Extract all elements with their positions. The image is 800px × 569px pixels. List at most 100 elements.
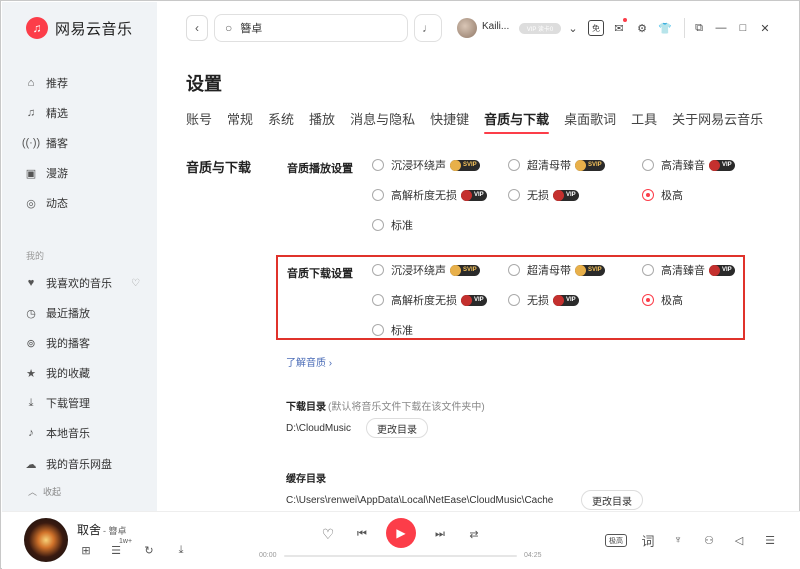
tab-privacy[interactable]: 消息与隐私 — [350, 109, 415, 128]
sidebar-item-local-music[interactable]: ♪ 本地音乐 — [24, 423, 144, 443]
quality-option[interactable]: 标准 — [372, 218, 413, 232]
tab-tools[interactable]: 工具 — [631, 109, 657, 128]
radio-button[interactable] — [372, 264, 384, 276]
avatar[interactable] — [457, 18, 477, 38]
tab-desktop-lyrics[interactable]: 桌面歌词 — [564, 109, 616, 128]
chevron-down-icon[interactable]: ⌄ — [565, 20, 581, 36]
radio-button[interactable] — [372, 189, 384, 201]
change-download-dir-button[interactable]: 更改目录 — [366, 418, 428, 438]
learn-quality-link[interactable]: 了解音质 › — [286, 354, 332, 369]
badge-icon — [553, 294, 564, 306]
tab-playback[interactable]: 播放 — [309, 109, 335, 128]
download-dir-path: D:\CloudMusic — [286, 423, 352, 434]
sidebar-item-collection[interactable]: ★ 我的收藏 — [24, 363, 144, 383]
badge-text: SVIP — [463, 162, 477, 168]
radio-button[interactable] — [508, 159, 520, 171]
sidebar-item-downloads[interactable]: ⤓ 下载管理 — [24, 393, 144, 413]
quality-button[interactable]: 极高 — [605, 534, 627, 547]
lyrics-button[interactable]: 词 — [641, 533, 655, 549]
volume-icon[interactable]: ◁ — [732, 533, 746, 547]
radio-button[interactable] — [372, 159, 384, 171]
sidebar-item-recent[interactable]: ◷ 最近播放 — [24, 303, 144, 323]
minimize-icon[interactable]: — — [713, 20, 729, 36]
podcast-icon: ⊚ — [26, 337, 36, 350]
sidebar-item-feed[interactable]: ◎ 动态 — [24, 193, 144, 213]
quality-option[interactable]: 高解析度无损 VIP — [372, 293, 487, 307]
download-dir-title: 下载目录 (默认将音乐文件下载在该文件夹中) — [286, 398, 485, 413]
tab-account[interactable]: 账号 — [186, 109, 212, 128]
skin-icon[interactable]: 👕 — [657, 20, 673, 36]
sidebar-item-podcast[interactable]: ((·)) 播客 — [22, 133, 144, 153]
quality-option[interactable]: 超清母带 SVIP — [508, 158, 605, 172]
quality-option[interactable]: 极高 — [642, 293, 683, 307]
tab-shortcuts[interactable]: 快捷键 — [430, 109, 469, 128]
download-song-icon[interactable]: ⤓ — [174, 543, 188, 557]
radio-button[interactable] — [642, 189, 654, 201]
comment-icon[interactable]: ☰ — [109, 543, 123, 557]
next-icon[interactable]: ⏭ — [432, 526, 448, 542]
quality-option[interactable]: 沉浸环绕声 SVIP — [372, 158, 480, 172]
quality-option[interactable]: 超清母带 SVIP — [508, 263, 605, 277]
progress-bar[interactable] — [284, 555, 517, 557]
quality-option[interactable]: 沉浸环绕声 SVIP — [372, 263, 480, 277]
album-cover[interactable] — [24, 518, 68, 562]
tab-quality-download[interactable]: 音质与下载 — [484, 109, 550, 134]
app-logo[interactable]: ♫ 网易云音乐 — [26, 17, 133, 39]
radio-button[interactable] — [642, 294, 654, 306]
quality-option[interactable]: 无损 VIP — [508, 188, 579, 202]
vip-badge[interactable]: VIP 读卡0 — [519, 23, 561, 34]
quality-option[interactable]: 极高 — [642, 188, 683, 202]
page-title: 设置 — [186, 74, 222, 94]
quality-option[interactable]: 高清臻音 VIP — [642, 263, 735, 277]
quality-option[interactable]: 高清臻音 VIP — [642, 158, 735, 172]
tab-general[interactable]: 常规 — [227, 109, 253, 128]
tab-about[interactable]: 关于网易云音乐 — [672, 109, 763, 128]
change-cache-dir-button[interactable]: 更改目录 — [581, 490, 643, 510]
quality-option[interactable]: 高解析度无损 VIP — [372, 188, 487, 202]
sound-effect-icon[interactable]: ♆ — [671, 533, 685, 547]
mail-icon[interactable]: ✉ — [611, 20, 627, 36]
netease-logo-icon: ♫ — [26, 17, 48, 39]
tab-system[interactable]: 系统 — [268, 109, 294, 128]
previous-icon[interactable]: ⏮ — [354, 526, 370, 542]
sidebar-item-my-podcast[interactable]: ⊚ 我的播客 — [24, 333, 144, 353]
radio-button[interactable] — [642, 159, 654, 171]
settings-icon[interactable]: ⚙ — [634, 20, 650, 36]
radio-button[interactable] — [372, 324, 384, 336]
listen-together-icon[interactable]: ⚇ — [701, 533, 717, 547]
radio-button[interactable] — [508, 189, 520, 201]
sidebar-item-cloud-drive[interactable]: ☁ 我的音乐网盘 — [24, 454, 144, 474]
playlist-icon[interactable]: ☰ — [763, 533, 777, 547]
radio-button[interactable] — [372, 294, 384, 306]
username[interactable]: Kaili... — [482, 21, 509, 32]
voice-search-button[interactable]: ♩ — [414, 14, 442, 42]
radio-button[interactable] — [508, 264, 520, 276]
quality-option[interactable]: 标准 — [372, 323, 413, 337]
quality-option[interactable]: 无损 VIP — [508, 293, 579, 307]
sidebar-item-liked-music[interactable]: ♥ 我喜欢的音乐 ♡ — [24, 273, 144, 293]
sidebar-item-label: 本地音乐 — [46, 428, 90, 440]
badge-text: VIP — [474, 192, 484, 198]
heart-mode-icon[interactable]: ♡ — [131, 278, 140, 289]
free-mode-icon[interactable]: 免 — [588, 20, 604, 36]
sidebar-item-roam[interactable]: ▣ 漫游 — [24, 163, 144, 183]
radio-button[interactable] — [372, 219, 384, 231]
like-icon[interactable]: ♡ — [320, 526, 336, 542]
radio-button[interactable] — [508, 294, 520, 306]
search-input[interactable]: ○ 簪卓 — [214, 14, 408, 42]
maximize-icon[interactable]: □ — [735, 20, 751, 36]
close-icon[interactable]: ✕ — [757, 20, 773, 36]
now-playing[interactable]: 取舍 - 簪卓 — [77, 521, 127, 538]
mini-mode-icon[interactable]: ⧉ — [691, 20, 707, 36]
sidebar-collapse-button[interactable]: ︿ 收起 — [28, 485, 61, 498]
cache-dir-title: 缓存目录 — [286, 474, 326, 485]
add-to-playlist-icon[interactable]: ⊞ — [79, 543, 93, 557]
repeat-icon[interactable]: ⇄ — [466, 526, 482, 542]
share-icon[interactable]: ↻ — [142, 543, 156, 557]
back-button[interactable]: ‹ — [186, 15, 208, 41]
play-button[interactable]: ▶ — [386, 518, 416, 548]
sidebar-item-recommend[interactable]: ⌂ 推荐 — [24, 73, 144, 93]
radio-button[interactable] — [642, 264, 654, 276]
quality-option-label: 超清母带 — [527, 160, 571, 172]
sidebar-item-featured[interactable]: ♫ 精选 — [24, 103, 144, 123]
